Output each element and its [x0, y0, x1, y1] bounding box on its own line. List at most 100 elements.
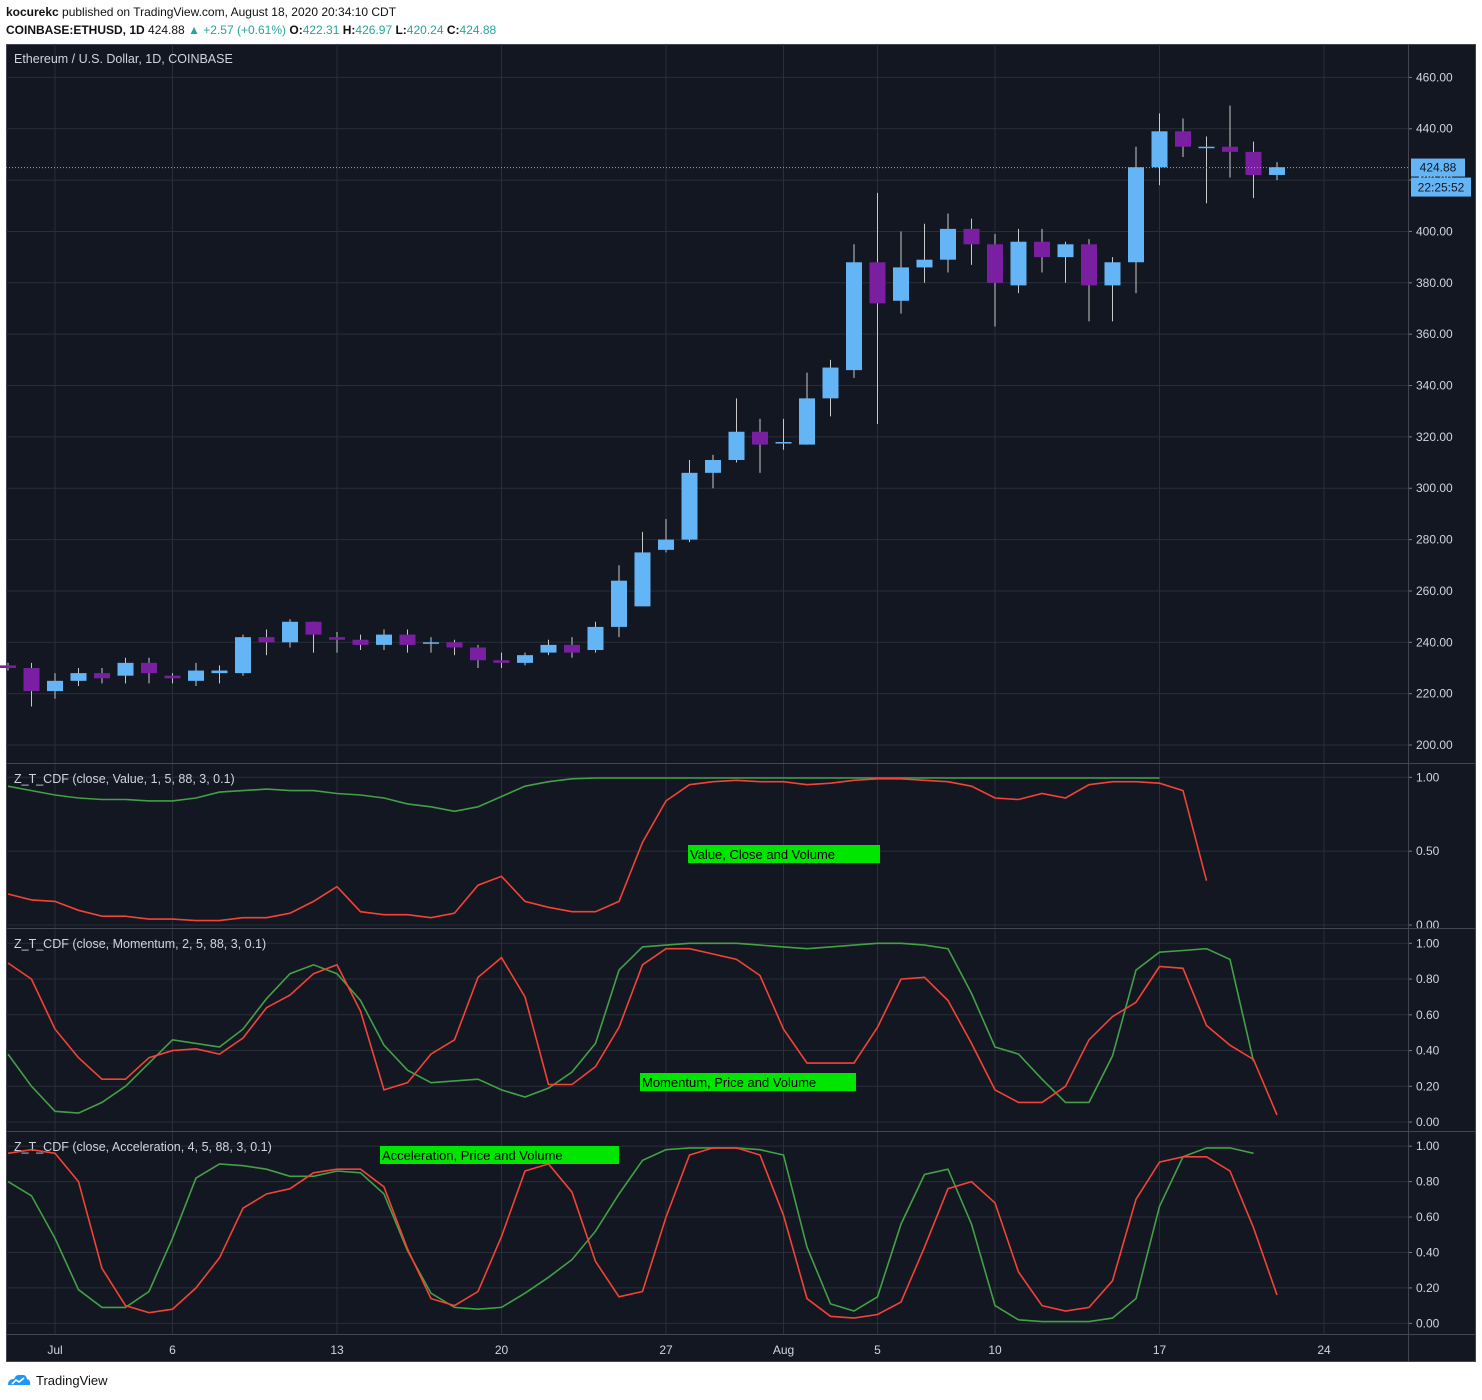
pane-title: Z_T_CDF (close, Momentum, 2, 5, 88, 3, 0… — [14, 937, 266, 951]
x-tick-label: 20 — [495, 1343, 509, 1357]
candle-up — [540, 644, 557, 653]
annotation-label: Acceleration, Price and Volume — [382, 1148, 563, 1163]
candle-down — [352, 639, 369, 645]
candle-up — [846, 262, 862, 371]
candle-up — [799, 398, 815, 445]
candle-down — [752, 431, 768, 445]
candle-up — [634, 552, 651, 607]
y-tick-label: 0.60 — [1416, 1210, 1440, 1224]
candle-up — [587, 626, 604, 651]
candle-up — [47, 680, 63, 692]
y-tick-label: 0.60 — [1416, 1008, 1440, 1022]
candle-down — [329, 637, 345, 640]
y-tick-label: 0.00 — [1416, 1316, 1440, 1330]
y-tick-label: 220.00 — [1416, 687, 1453, 701]
candle-up — [658, 539, 674, 550]
x-tick-label: Aug — [773, 1343, 794, 1357]
y-tick-label: 320.00 — [1416, 430, 1453, 444]
x-tick-label: 6 — [169, 1343, 176, 1357]
trading-chart[interactable]: 200.00220.00240.00260.00280.00300.00320.… — [0, 0, 1482, 1400]
y-tick-label: 300.00 — [1416, 481, 1453, 495]
footer-brand[interactable]: TradingView — [36, 1373, 108, 1388]
x-tick-label: 17 — [1153, 1343, 1167, 1357]
candle-down — [869, 262, 886, 304]
candle-up — [1128, 167, 1144, 263]
y-tick-label: 0.20 — [1416, 1079, 1440, 1093]
candle-up — [1269, 167, 1285, 175]
y-tick-label: 0.00 — [1416, 918, 1440, 932]
y-tick-label: 0.80 — [1416, 1175, 1440, 1189]
candle-up — [775, 442, 792, 444]
last-price-label: 424.88 — [1420, 161, 1457, 175]
y-tick-label: 1.00 — [1416, 1139, 1440, 1153]
x-tick-label: 27 — [659, 1343, 673, 1357]
candle-up — [822, 367, 839, 399]
x-tick-label: 24 — [1317, 1343, 1331, 1357]
candle-down — [1034, 241, 1050, 258]
candle-up — [1151, 131, 1168, 168]
pane-title: Z_T_CDF (close, Acceleration, 4, 5, 88, … — [14, 1140, 272, 1154]
candle-up — [423, 642, 439, 644]
y-tick-label: 200.00 — [1416, 738, 1453, 752]
candle-up — [1057, 244, 1074, 258]
tradingview-logo-icon — [8, 1374, 31, 1385]
y-tick-label: 460.00 — [1416, 70, 1453, 84]
y-tick-label: 260.00 — [1416, 584, 1453, 598]
candle-up — [70, 673, 87, 681]
y-tick-label: 0.20 — [1416, 1281, 1440, 1295]
candle-up — [211, 670, 228, 674]
x-tick-label: Jul — [47, 1343, 62, 1357]
y-tick-label: 380.00 — [1416, 276, 1453, 290]
candle-up — [940, 228, 956, 260]
candle-down — [987, 244, 1003, 283]
candle-up — [893, 267, 909, 301]
candle-down — [94, 673, 110, 679]
y-tick-label: 0.50 — [1416, 844, 1440, 858]
y-tick-label: 0.00 — [1416, 1115, 1440, 1129]
candle-up — [705, 459, 721, 473]
y-tick-label: 400.00 — [1416, 224, 1453, 238]
y-tick-label: 360.00 — [1416, 327, 1453, 341]
candle-down — [164, 675, 181, 679]
footer: TradingView — [6, 1372, 108, 1388]
candle-up — [117, 662, 134, 676]
candle-up — [1010, 241, 1027, 286]
y-tick-label: 0.40 — [1416, 1044, 1440, 1058]
candle-up — [376, 634, 392, 645]
candle-down — [258, 637, 275, 643]
y-tick-label: 1.00 — [1416, 936, 1440, 950]
candle-up — [235, 637, 251, 674]
candle-down — [399, 634, 416, 645]
candle-down — [0, 665, 16, 668]
candle-down — [963, 228, 980, 245]
candle-up — [1198, 146, 1215, 149]
x-tick-label: 5 — [874, 1343, 881, 1357]
pane-title: Ethereum / U.S. Dollar, 1D, COINBASE — [14, 52, 233, 66]
pane-title: Z_T_CDF (close, Value, 1, 5, 88, 3, 0.1) — [14, 772, 235, 786]
candle-up — [517, 655, 533, 663]
candle-up — [728, 431, 745, 460]
y-tick-label: 340.00 — [1416, 379, 1453, 393]
candle-down — [305, 621, 322, 635]
candle-up — [681, 472, 698, 540]
y-tick-label: 440.00 — [1416, 122, 1453, 136]
candle-up — [611, 580, 627, 627]
y-tick-label: 280.00 — [1416, 533, 1453, 547]
candle-down — [1222, 146, 1238, 152]
y-tick-label: 240.00 — [1416, 635, 1453, 649]
candle-down — [470, 647, 486, 661]
x-tick-label: 13 — [330, 1343, 344, 1357]
annotation-label: Momentum, Price and Volume — [642, 1075, 816, 1090]
candle-up — [916, 259, 933, 268]
candle-down — [493, 660, 510, 663]
candle-down — [141, 662, 157, 674]
candle-down — [564, 644, 580, 653]
x-tick-label: 10 — [988, 1343, 1002, 1357]
candle-down — [1245, 151, 1262, 175]
y-tick-label: 0.80 — [1416, 972, 1440, 986]
y-tick-label: 1.00 — [1416, 770, 1440, 784]
candle-up — [188, 670, 204, 681]
candle-down — [1081, 244, 1097, 286]
candle-up — [1104, 262, 1121, 286]
y-tick-label: 0.40 — [1416, 1245, 1440, 1259]
